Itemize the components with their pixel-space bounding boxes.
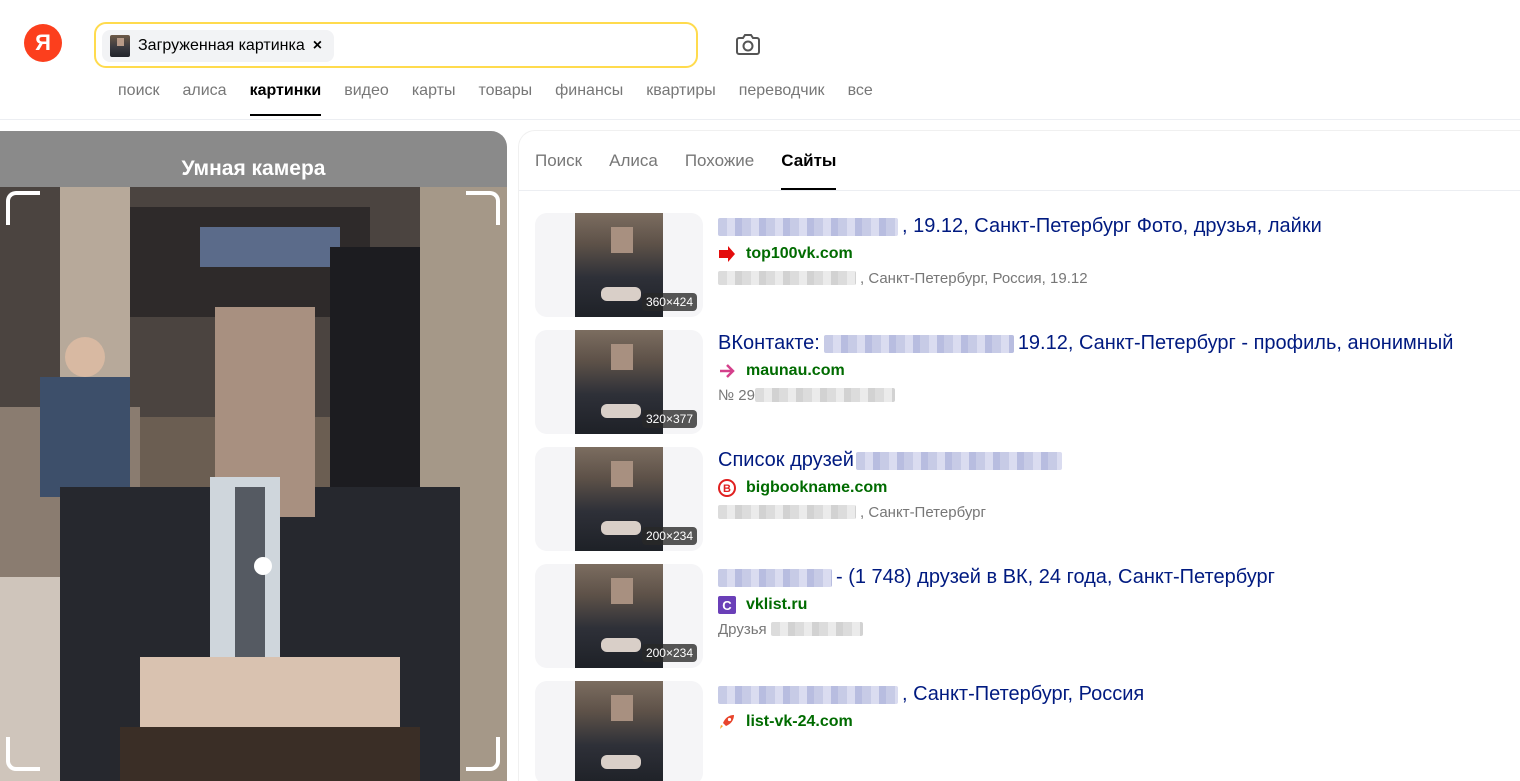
nav-item-goods[interactable]: товары	[478, 82, 532, 118]
tabs-divider	[519, 190, 1520, 191]
service-nav: поиск алиса картинки видео карты товары …	[118, 82, 896, 118]
svg-text:C: C	[722, 598, 732, 613]
pink-arrow-icon	[720, 364, 735, 378]
yandex-logo[interactable]: Я	[24, 24, 62, 62]
nav-item-maps[interactable]: карты	[412, 82, 456, 118]
result-site: top100vk.com	[746, 245, 853, 262]
purple-c-icon: C	[718, 596, 736, 614]
image-size-badge: 360×424	[641, 293, 697, 311]
result-item: 200×234 Список друзей B bigbookname.com …	[535, 447, 1515, 551]
result-thumbnail[interactable]: 200×234	[535, 447, 703, 551]
result-thumbnail[interactable]: 200×234	[535, 564, 703, 668]
camera-icon[interactable]	[734, 32, 762, 58]
frame-corner-top-right[interactable]	[466, 191, 500, 225]
smart-camera-title: Умная камера	[181, 157, 326, 180]
svg-text:B: B	[723, 483, 731, 495]
rocket-icon	[720, 715, 734, 729]
result-image	[575, 681, 663, 781]
search-box[interactable]: Загруженная картинка ×	[94, 22, 698, 68]
nav-item-translator[interactable]: переводчик	[739, 82, 825, 118]
blurred-text	[718, 271, 856, 285]
result-title[interactable]: ВКонтакте: 19.12, Санкт-Петербург - проф…	[718, 332, 1508, 355]
nav-item-alice[interactable]: алиса	[183, 82, 227, 118]
tab-sites[interactable]: Сайты	[781, 151, 837, 191]
red-circle-b-icon: B	[718, 479, 736, 497]
frame-corner-bottom-right[interactable]	[466, 737, 500, 771]
result-title-text: , Санкт-Петербург, Россия	[902, 683, 1145, 705]
image-size-badge: 200×234	[641, 527, 697, 545]
red-arrow-icon	[719, 246, 735, 262]
result-snippet-text: , Санкт-Петербург, Россия, 19.12	[860, 269, 1088, 287]
nav-item-all[interactable]: все	[848, 82, 873, 118]
close-icon[interactable]: ×	[313, 37, 322, 55]
header: Я Загруженная картинка × поиск алиса кар…	[0, 0, 1520, 120]
result-title[interactable]: , 19.12, Санкт-Петербург Фото, друзья, л…	[718, 215, 1508, 238]
blurred-name	[823, 334, 1014, 353]
result-site-link[interactable]: B bigbookname.com	[718, 478, 1508, 498]
result-site: vklist.ru	[746, 596, 808, 613]
result-title-text: - (1 748) друзей в ВК, 24 года, Санкт-Пе…	[836, 566, 1275, 588]
result-site: list-vk-24.com	[746, 713, 853, 730]
results-tabs: Поиск Алиса Похожие Сайты	[535, 151, 863, 191]
result-site-link[interactable]: C vklist.ru	[718, 595, 1508, 615]
result-snippet: , Санкт-Петербург, Россия, 19.12	[718, 269, 1508, 287]
nav-item-video[interactable]: видео	[344, 82, 389, 118]
result-item: 320×377 ВКонтакте: 19.12, Санкт-Петербур…	[535, 330, 1515, 434]
result-site: bigbookname.com	[746, 479, 888, 496]
result-snippet: № 29	[718, 386, 1508, 404]
result-site-link[interactable]: maunau.com	[718, 361, 1508, 381]
result-title-prefix: Список друзей	[718, 449, 854, 471]
result-snippet: Друзья	[718, 620, 1508, 638]
result-snippet-text: , Санкт-Петербург	[860, 503, 986, 521]
tab-search[interactable]: Поиск	[535, 151, 582, 191]
blurred-name	[855, 451, 1062, 470]
result-snippet-text: Друзья	[718, 620, 767, 638]
result-site: maunau.com	[746, 362, 845, 379]
uploaded-photo[interactable]	[0, 187, 507, 781]
image-size-badge: 200×234	[641, 644, 697, 662]
result-title[interactable]: - (1 748) друзей в ВК, 24 года, Санкт-Пе…	[718, 566, 1508, 589]
frame-corner-top-left[interactable]	[6, 191, 40, 225]
result-title-text: , 19.12, Санкт-Петербург Фото, друзья, л…	[902, 215, 1322, 237]
result-site-link[interactable]: list-vk-24.com	[718, 712, 1508, 732]
blurred-name	[718, 217, 898, 236]
nav-item-images[interactable]: картинки	[249, 82, 321, 118]
result-thumbnail[interactable]: 320×377	[535, 330, 703, 434]
result-site-link[interactable]: top100vk.com	[718, 244, 1508, 264]
frame-corner-bottom-left[interactable]	[6, 737, 40, 771]
result-title[interactable]: Список друзей	[718, 449, 1508, 472]
result-title[interactable]: , Санкт-Петербург, Россия	[718, 683, 1508, 706]
blurred-name	[718, 685, 898, 704]
result-item: 200×234 - (1 748) друзей в ВК, 24 года, …	[535, 564, 1515, 668]
result-thumbnail[interactable]: 360×424	[535, 213, 703, 317]
uploaded-image-thumbnail-icon	[110, 35, 130, 57]
nav-item-search[interactable]: поиск	[118, 82, 160, 118]
result-title-text: 19.12, Санкт-Петербург - профиль, аноним…	[1017, 332, 1454, 354]
chip-label: Загруженная картинка	[138, 37, 305, 54]
result-item: 360×424 , 19.12, Санкт-Петербург Фото, д…	[535, 213, 1515, 317]
results-panel: Поиск Алиса Похожие Сайты 360×424 , 19.1…	[519, 131, 1520, 781]
image-size-badge: 320×377	[641, 410, 697, 428]
blurred-name	[718, 568, 832, 587]
uploaded-image-chip[interactable]: Загруженная картинка ×	[102, 30, 335, 62]
result-snippet: , Санкт-Петербург	[718, 503, 1508, 521]
focus-point[interactable]	[254, 557, 272, 575]
blurred-text	[770, 622, 863, 636]
nav-item-apartments[interactable]: квартиры	[646, 82, 715, 118]
tab-similar[interactable]: Похожие	[685, 151, 754, 191]
blurred-text	[718, 505, 856, 519]
result-title-prefix: ВКонтакте:	[718, 332, 820, 354]
result-thumbnail[interactable]	[535, 681, 703, 781]
tab-alice[interactable]: Алиса	[609, 151, 658, 191]
blurred-text	[754, 388, 895, 402]
smart-camera-panel: Умная камера	[0, 131, 507, 781]
nav-item-finance[interactable]: финансы	[555, 82, 623, 118]
result-snippet-text: № 29	[718, 386, 755, 404]
result-item: , Санкт-Петербург, Россия list-vk-24.com	[535, 681, 1515, 781]
